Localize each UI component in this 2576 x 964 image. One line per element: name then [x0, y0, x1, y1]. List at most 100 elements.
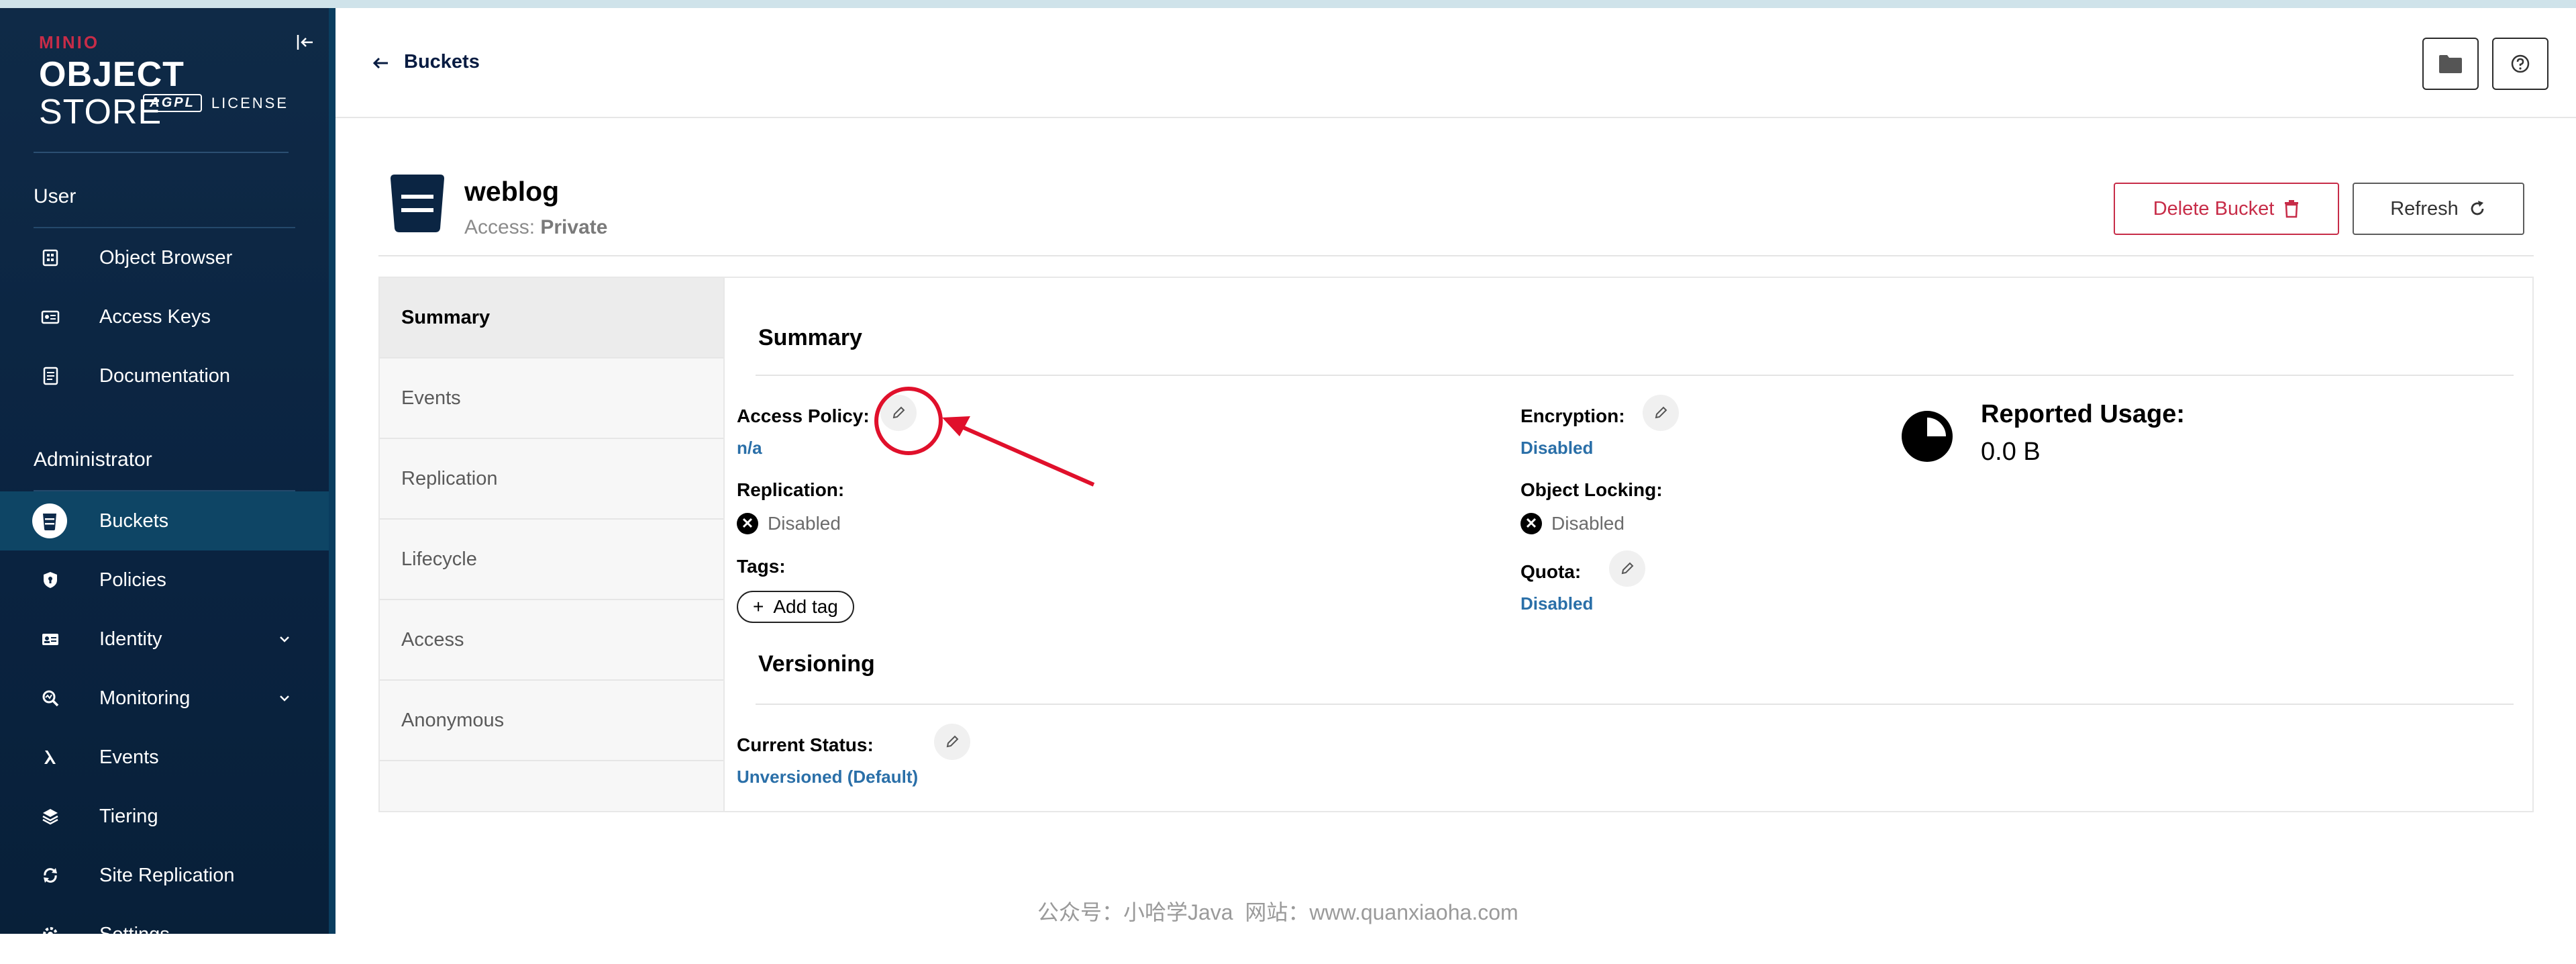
logo-minio-text: MINIO	[39, 32, 100, 52]
sidebar-edge	[329, 8, 336, 934]
help-button[interactable]	[2492, 38, 2548, 90]
replication-value: Disabled	[768, 513, 841, 534]
sidebar-item-events[interactable]: Events	[0, 728, 329, 787]
help-icon	[2511, 54, 2530, 73]
access-keys-icon	[41, 310, 60, 324]
bucket-access-label: Access:	[464, 216, 535, 238]
sidebar-item-policies[interactable]: Policies	[0, 550, 329, 610]
object-browser-button[interactable]	[2422, 38, 2479, 90]
sidebar-item-label: Monitoring	[99, 687, 191, 709]
logo-product-name: OBJECT STORE	[39, 56, 294, 131]
object-locking-status: ✕ Disabled	[1521, 513, 1625, 534]
sidebar-item-label: Settings	[99, 923, 170, 945]
logo-license: AGPL LICENSE	[143, 94, 289, 112]
encryption-value[interactable]: Disabled	[1521, 438, 1593, 459]
add-tag-button[interactable]: + Add tag	[737, 591, 854, 623]
watermark: 公众号：小哈学Java 网站：www.quanxiaoha.com	[1037, 900, 1518, 924]
back-to-buckets-link[interactable]: Buckets	[404, 51, 480, 73]
tab-lifecycle[interactable]: Lifecycle	[380, 520, 723, 600]
sidebar-item-settings[interactable]: Settings	[0, 905, 329, 964]
back-arrow-icon[interactable]	[370, 55, 391, 71]
license-text: LICENSE	[211, 94, 289, 111]
edit-quota-button[interactable]	[1609, 550, 1645, 587]
edit-access-policy-button[interactable]	[880, 395, 917, 431]
sidebar-item-site-replication[interactable]: Site Replication	[0, 846, 329, 905]
monitoring-icon	[42, 690, 59, 707]
bucket-access-value: Private	[540, 216, 608, 238]
collapse-sidebar-icon[interactable]	[295, 32, 315, 52]
tab-replication[interactable]: Replication	[380, 439, 723, 520]
sidebar-item-access-keys[interactable]: Access Keys	[0, 287, 329, 346]
bucket-tabs: Summary Events Replication Lifecycle Acc…	[380, 278, 725, 811]
user-section-title: User	[34, 185, 76, 207]
documentation-icon	[43, 367, 58, 385]
sidebar-item-label: Events	[99, 746, 159, 768]
bucket-name: weblog	[464, 176, 560, 207]
page-header: Buckets	[336, 8, 2576, 118]
chevron-down-icon	[280, 695, 289, 702]
agpl-badge: AGPL	[143, 94, 202, 112]
reported-usage-value: 0.0 B	[1981, 438, 2041, 466]
sidebar-item-label: Access Keys	[99, 305, 211, 328]
trash-icon	[2285, 200, 2299, 218]
summary-divider	[756, 375, 2514, 376]
reported-usage-pie-icon	[1902, 411, 1953, 462]
sidebar-item-documentation[interactable]: Documentation	[0, 346, 329, 405]
sidebar-item-label: Documentation	[99, 365, 231, 387]
replication-label: Replication:	[737, 479, 845, 500]
versioning-heading: Versioning	[758, 651, 875, 677]
access-policy-value[interactable]: n/a	[737, 438, 762, 459]
top-accent-line	[0, 0, 2576, 8]
plus-icon: +	[753, 596, 764, 617]
sidebar-item-monitoring[interactable]: Monitoring	[0, 669, 329, 728]
replication-status: ✕ Disabled	[737, 513, 841, 534]
edit-versioning-button[interactable]	[934, 724, 970, 760]
edit-encryption-button[interactable]	[1643, 395, 1679, 431]
tab-summary[interactable]: Summary	[380, 278, 723, 358]
lambda-icon	[44, 751, 56, 764]
bucket-access: Access: Private	[464, 216, 607, 239]
sidebar-item-label: Object Browser	[99, 246, 233, 269]
tab-anonymous[interactable]: Anonymous	[380, 681, 723, 761]
pencil-icon	[946, 735, 959, 748]
delete-bucket-button[interactable]: Delete Bucket	[2114, 183, 2339, 235]
summary-content: Summary Access Policy: n/a Replication: …	[725, 278, 2532, 811]
sidebar-item-label: Buckets	[99, 510, 169, 532]
pencil-icon	[892, 406, 905, 419]
sidebar-item-label: Tiering	[99, 805, 158, 827]
pencil-icon	[1655, 406, 1667, 419]
add-tag-label: Add tag	[773, 596, 838, 617]
quota-value[interactable]: Disabled	[1521, 593, 1593, 614]
tab-access[interactable]: Access	[380, 600, 723, 681]
reported-usage-label: Reported Usage:	[1981, 400, 2185, 428]
logo-divider	[34, 152, 289, 153]
site-replication-icon	[44, 868, 57, 883]
title-divider	[378, 255, 2534, 256]
refresh-button[interactable]: Refresh	[2353, 183, 2524, 235]
sidebar: MINIO OBJECT STORE AGPL LICENSE User Obj…	[0, 8, 336, 945]
sidebar-item-label: Identity	[99, 628, 162, 650]
versioning-divider	[756, 704, 2514, 705]
disabled-x-icon: ✕	[1521, 513, 1542, 534]
sidebar-item-buckets[interactable]: Buckets	[0, 491, 329, 550]
object-browser-icon	[42, 249, 58, 267]
summary-heading: Summary	[758, 325, 862, 350]
shield-icon	[44, 572, 57, 588]
refresh-label: Refresh	[2390, 197, 2459, 220]
sidebar-item-identity[interactable]: Identity	[0, 610, 329, 669]
delete-bucket-label: Delete Bucket	[2153, 197, 2275, 220]
refresh-icon	[2471, 201, 2484, 215]
tab-events[interactable]: Events	[380, 358, 723, 439]
chevron-down-icon	[280, 636, 289, 642]
encryption-label: Encryption:	[1521, 405, 1625, 426]
logo-product-bold: OBJECT	[39, 55, 185, 94]
sidebar-item-tiering[interactable]: Tiering	[0, 787, 329, 846]
object-locking-label: Object Locking:	[1521, 479, 1663, 500]
access-policy-label: Access Policy:	[737, 405, 870, 426]
sidebar-item-object-browser[interactable]: Object Browser	[0, 228, 329, 287]
current-status-value[interactable]: Unversioned (Default)	[737, 767, 918, 787]
tiering-icon	[42, 809, 58, 825]
identity-icon	[42, 634, 58, 645]
disabled-x-icon: ✕	[737, 513, 758, 534]
pencil-icon	[1621, 562, 1634, 575]
